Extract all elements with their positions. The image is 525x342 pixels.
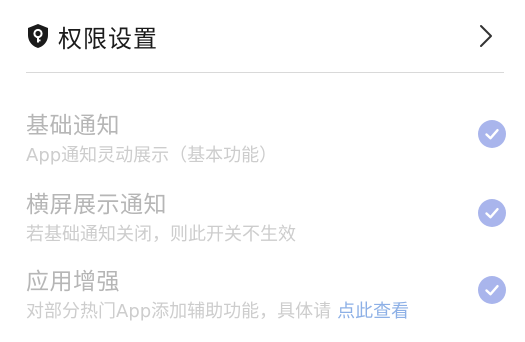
shield-keyhole-icon [26, 23, 50, 49]
checkmark-icon[interactable] [478, 120, 506, 148]
setting-item-description: 若基础通知关闭，则此开关不生效 [26, 224, 296, 245]
setting-item-title: 横屏展示通知 [26, 192, 167, 218]
setting-item-title: 应用增强 [26, 269, 120, 295]
setting-item-title: 基础通知 [26, 113, 120, 139]
setting-item-description: 对部分热门App添加辅助功能，具体请 点此查看 [26, 297, 409, 323]
permission-settings-header[interactable]: 权限设置 [26, 16, 500, 56]
setting-item-app-enhancement[interactable]: 应用增强 对部分热门App添加辅助功能，具体请 点此查看 [26, 262, 506, 326]
checkmark-icon[interactable] [478, 276, 506, 304]
divider [26, 72, 504, 73]
view-details-link[interactable]: 点此查看 [337, 301, 409, 322]
setting-item-description-text: 对部分热门App添加辅助功能，具体请 [26, 301, 332, 322]
chevron-right-icon[interactable] [478, 24, 494, 48]
setting-item-landscape-notification[interactable]: 横屏展示通知 若基础通知关闭，则此开关不生效 [26, 185, 506, 249]
setting-item-description: App通知灵动展示（基本功能） [26, 145, 278, 166]
page-title: 权限设置 [58, 24, 158, 53]
setting-item-basic-notification[interactable]: 基础通知 App通知灵动展示（基本功能） [26, 106, 506, 170]
checkmark-icon[interactable] [478, 199, 506, 227]
